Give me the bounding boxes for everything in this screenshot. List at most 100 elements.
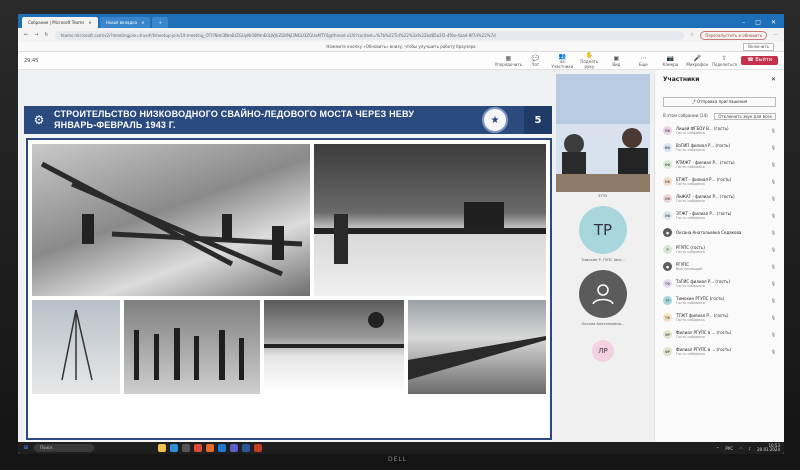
minimize-icon[interactable]: –	[742, 19, 745, 26]
word-icon[interactable]	[242, 444, 250, 452]
leave-button[interactable]: ☎ Выйти	[741, 56, 778, 65]
new-tab-button[interactable]: +	[152, 17, 168, 28]
video-tile-tr[interactable]: ТР Тимохин Р. ГУПС (все...	[552, 206, 654, 262]
chrome-icon[interactable]	[194, 444, 202, 452]
language-indicator[interactable]: РУС	[725, 446, 733, 451]
tab-new[interactable]: Новая вкладка ✕	[99, 17, 151, 28]
mic-icon: 🎤	[693, 54, 702, 62]
edge-icon[interactable]	[170, 444, 178, 452]
volume-icon[interactable]: ♪	[749, 446, 752, 451]
reload-icon[interactable]: ↻	[44, 32, 48, 38]
close-window-icon[interactable]: ✕	[771, 19, 776, 26]
participant-role: Гость собрания	[676, 250, 705, 254]
close-icon[interactable]: ✕	[141, 20, 144, 25]
mic-icon[interactable]: 🎙	[771, 349, 776, 354]
avatar: ТР	[579, 206, 627, 254]
mic-icon[interactable]: 🎙	[771, 247, 776, 252]
mic-icon[interactable]: 🎙	[771, 264, 776, 269]
participant-row[interactable]: ЛФ Лицей ФГБОУ В... (гость) Гость собрания…	[655, 122, 784, 139]
url-field[interactable]: teams.microsoft.com/v2/?meetingjoin=true…	[54, 30, 684, 40]
mic-icon[interactable]: 🎙	[771, 332, 776, 337]
close-icon[interactable]: ✕	[771, 76, 776, 83]
office-icon[interactable]	[206, 444, 214, 452]
powerpoint-icon[interactable]	[254, 444, 262, 452]
participant-row[interactable]: ЕФ ЕТЖТ - филиал Р... (гость) Гость собран…	[655, 173, 784, 190]
more-icon: ⋯	[640, 54, 647, 62]
video-tile-lr[interactable]: ЛР	[552, 340, 654, 362]
mail-icon[interactable]	[218, 444, 226, 452]
participant-info: ТаГИС филиал Р... (гость) Гость собрания	[676, 279, 767, 288]
slide-page-number: 5	[524, 106, 552, 134]
invite-button[interactable]: ⤴ Отправка приглашения	[663, 97, 776, 107]
maximize-icon[interactable]: □	[755, 19, 761, 26]
mic-icon[interactable]: 🎙	[771, 315, 776, 320]
tool-grid[interactable]: ▦ Упорядочить	[494, 55, 523, 67]
avatar: ЕФ	[663, 177, 672, 186]
close-icon[interactable]: ✕	[88, 20, 91, 25]
chevron-up-icon[interactable]: ⌃	[716, 446, 719, 451]
wifi-icon[interactable]: ◠	[739, 446, 743, 451]
participant-row[interactable]: ● РГУПС Выступающий 🎙	[655, 258, 784, 275]
participant-info: ЕТЖТ - филиал Р... (гость) Гость собрания	[676, 177, 767, 186]
clock[interactable]: 10:53 20.01.2024	[757, 443, 780, 453]
mic-icon[interactable]: 🎙	[771, 298, 776, 303]
participant-info: ЛиЖАТ - филиал Р... (гость) Гость собрани…	[676, 194, 767, 203]
file-explorer-icon[interactable]	[158, 444, 166, 452]
university-emblem-icon: ★	[482, 107, 508, 133]
participant-row[interactable]: ТР Тимохин РГУПС (гость) Гость собрания 🎙	[655, 292, 784, 309]
participant-row[interactable]: ЭФ ЭТЖТ - филиал Р... (гость) Гость собран…	[655, 207, 784, 224]
participant-role: Гость собрания	[676, 199, 705, 203]
mic-icon[interactable]: 🎙	[771, 230, 776, 235]
back-icon[interactable]: ←	[24, 32, 28, 38]
participant-row[interactable]: ФР Филиал РГУПС в ... (гость) Гость собран…	[655, 326, 784, 343]
taskbar-search[interactable]: Поиск	[34, 444, 94, 452]
tool-mic[interactable]: 🎤 Микрофон	[686, 55, 708, 67]
participants-section: В этом собрании (14) Отключить звук для …	[655, 111, 784, 122]
avatar: ЛФ	[663, 126, 672, 135]
windows-start-icon[interactable]: ⊞	[22, 444, 30, 452]
mic-icon[interactable]: 🎙	[771, 128, 776, 133]
mic-icon[interactable]: 🎙	[771, 145, 776, 150]
participant-row[interactable]: ЛФ ЛиЖАТ - филиал Р... (гость) Гость собра…	[655, 190, 784, 207]
profile-button[interactable]: Перезапустить и обновить	[700, 30, 767, 40]
tool-share[interactable]: ⇪ Поделиться	[712, 55, 737, 67]
system-tray: ⌃ РУС ◠ ♪ 10:53 20.01.2024	[716, 443, 780, 453]
participant-row[interactable]: Р РГУПС (гость) Гость собрания 🎙	[655, 241, 784, 258]
store-icon[interactable]	[182, 444, 190, 452]
mute-all-button[interactable]: Отключить звук для всех	[714, 113, 776, 120]
participant-row[interactable]: КФ КТИЖТ - филиал Р... (гость) Гость собра…	[655, 156, 784, 173]
participant-role: Выступающий	[676, 267, 703, 271]
participant-row[interactable]: ФР Филиал РГУПС в ... (гость) Гость собран…	[655, 343, 784, 360]
avatar: ●	[663, 262, 672, 271]
participant-name: Оксана Анатольевна Седякова	[676, 230, 742, 235]
participant-row[interactable]: ТФ ТТЖТ филиал Р... (гость) Гость собрания…	[655, 309, 784, 326]
star-icon[interactable]: ☆	[690, 32, 694, 38]
tool-people[interactable]: 👥 68 Участники	[551, 53, 573, 69]
video-tile-camera[interactable]	[556, 74, 650, 192]
tab-teams[interactable]: Собрание | Microsoft Teams ✕	[22, 17, 98, 28]
shared-content-stage: ⚙ СТРОИТЕЛЬСТВО НИЗКОВОДНОГО СВАЙНО-ЛЕДО…	[18, 70, 552, 454]
mic-icon[interactable]: 🎙	[771, 281, 776, 286]
forward-icon[interactable]: →	[34, 32, 38, 38]
participant-row[interactable]: ВФ ВзГИП филиал Р... (гость) Гость собрани…	[655, 139, 784, 156]
menu-icon[interactable]: ⋯	[773, 32, 778, 38]
video-tile-oksana[interactable]: Оксана Анатольевна...	[552, 270, 654, 326]
tool-more[interactable]: ⋯ Еще	[632, 55, 654, 67]
tool-label: Упорядочить	[494, 61, 523, 67]
avatar: ЭФ	[663, 211, 672, 220]
participant-row[interactable]: ● Оксана Анатольевна Седякова 🎙	[655, 224, 784, 241]
mic-icon[interactable]: 🎙	[771, 179, 776, 184]
tool-view[interactable]: ▣ Вид	[605, 55, 627, 67]
teams-icon[interactable]	[230, 444, 238, 452]
mic-icon[interactable]: 🎙	[771, 162, 776, 167]
participant-row[interactable]: ТФ ТаГИС филиал Р... (гость) Гость собрани…	[655, 275, 784, 292]
tool-hand[interactable]: ✋ Поднять руку	[578, 52, 600, 69]
tool-camera[interactable]: 📷 Камера	[659, 55, 681, 67]
clock-date: 20.01.2024	[757, 447, 780, 452]
screen: Собрание | Microsoft Teams ✕ Новая вкладк…	[18, 14, 784, 454]
mic-icon[interactable]: 🎙	[771, 213, 776, 218]
mic-icon[interactable]: 🎙	[771, 196, 776, 201]
section-label[interactable]: В этом собрании (14)	[663, 113, 708, 120]
tool-chat[interactable]: 💬 Чат	[524, 55, 546, 67]
notice-button[interactable]: Включить	[743, 43, 774, 51]
